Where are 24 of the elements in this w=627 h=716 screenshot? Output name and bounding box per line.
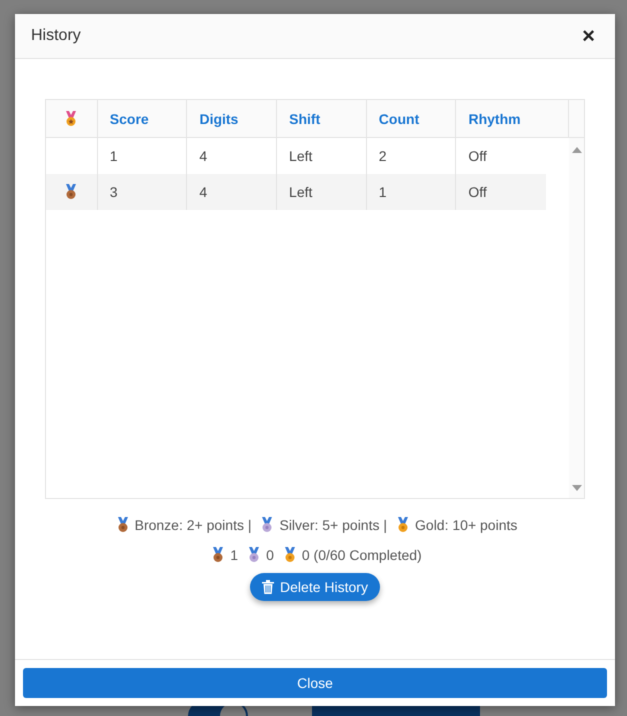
- legend-text: Bronze: 2+ points |: [134, 517, 252, 533]
- legend-text: Silver: 5+ points |: [279, 517, 388, 533]
- table-cell: Left: [277, 174, 367, 210]
- column-header[interactable]: Rhythm: [456, 100, 570, 137]
- close-button[interactable]: Close: [23, 668, 607, 698]
- scroll-up-icon[interactable]: [572, 146, 582, 154]
- table-cell: 3: [98, 174, 188, 210]
- column-header[interactable]: Score: [98, 100, 188, 137]
- table-cell: 1: [366, 174, 456, 210]
- table-cell-text: Off: [467, 183, 488, 202]
- delete-history-button[interactable]: Delete History: [250, 573, 380, 601]
- legend-text: Gold: 10+ points: [415, 517, 518, 533]
- column-header[interactable]: Digits: [187, 100, 278, 137]
- medal-count: 0: [266, 547, 274, 563]
- column-header[interactable]: Shift: [277, 100, 367, 137]
- medal-count: 0 (0/60 Completed): [302, 547, 422, 563]
- table-cell-text: Off: [467, 147, 488, 166]
- table-cell: 4: [187, 174, 278, 210]
- medal-count: 1: [230, 547, 238, 563]
- dialog-title: History: [31, 27, 81, 45]
- scroll-down-icon[interactable]: [572, 484, 582, 492]
- column-header[interactable]: Count: [366, 100, 456, 137]
- medal-icon: [65, 110, 78, 126]
- trash-icon: [262, 580, 274, 594]
